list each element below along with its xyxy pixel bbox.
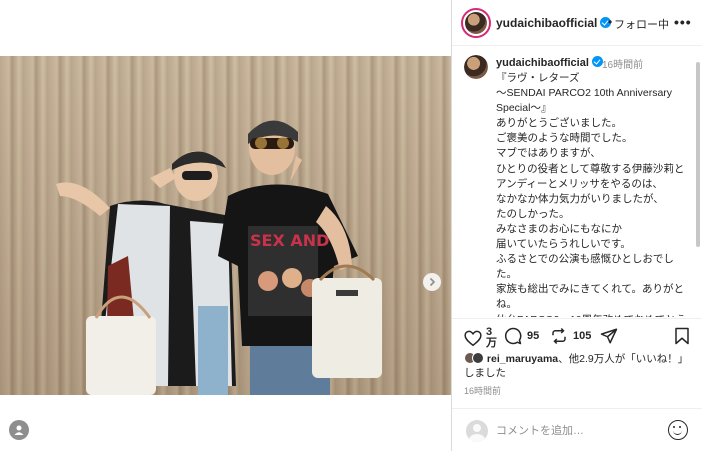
post-photo[interactable]: SEX AND — [0, 56, 451, 395]
comment-input[interactable]: コメントを追加… — [496, 422, 584, 438]
author-username[interactable]: yudaichibaofficial — [496, 16, 612, 30]
comment-count[interactable]: 95 — [527, 330, 539, 342]
bookmark-icon — [675, 327, 689, 345]
share-button[interactable] — [600, 327, 618, 345]
emoji-icon[interactable] — [668, 420, 688, 440]
caption-timestamp[interactable]: 16時間前 — [602, 56, 643, 71]
more-options-button[interactable]: ••• — [674, 14, 692, 30]
like-count[interactable]: 3 万 — [486, 327, 497, 349]
post-side-panel: yudaichibaofficial • フォロー中 ••• yudaichib… — [451, 0, 702, 451]
save-button[interactable] — [674, 327, 690, 345]
post-media: SEX AND — [0, 0, 451, 451]
caption-scrollbar[interactable] — [696, 62, 700, 247]
like-button[interactable]: 3 万 — [464, 327, 497, 349]
chevron-right-icon — [429, 277, 436, 287]
tagged-users-button[interactable] — [9, 420, 29, 440]
repost-button[interactable]: 105 — [550, 327, 591, 345]
user-tag-icon — [14, 425, 24, 435]
share-icon — [600, 328, 618, 344]
post-header: yudaichibaofficial • フォロー中 ••• — [452, 0, 702, 46]
repost-icon — [552, 327, 566, 345]
comment-button[interactable]: 95 — [504, 327, 539, 345]
caption-username[interactable]: yudaichibaofficial — [496, 56, 603, 69]
liker-avatar — [472, 352, 484, 364]
photo-content: SEX AND — [56, 120, 382, 395]
caption-text: 『ラヴ・レターズ 〜SENDAI PARCO2 10th Anniversary… — [496, 72, 686, 317]
caption-author-avatar[interactable] — [464, 55, 488, 79]
liked-by-summary: rei_maruyama、他2.9万人が「いいね！」しました — [464, 352, 696, 380]
heart-icon — [464, 330, 482, 346]
next-photo-button[interactable] — [423, 273, 441, 291]
post-timestamp[interactable]: 16時間前 — [464, 384, 501, 397]
repost-count[interactable]: 105 — [573, 330, 591, 342]
author-avatar[interactable] — [461, 8, 491, 38]
current-user-avatar — [466, 420, 488, 442]
comment-bar: コメントを追加… — [452, 408, 702, 451]
liked-by-username[interactable]: rei_maruyama — [487, 353, 558, 365]
comment-icon — [504, 327, 522, 345]
action-bar: 3 万 95 105 — [452, 318, 702, 354]
header-separator: • — [608, 15, 613, 29]
caption-section: yudaichibaofficial 16時間前 『ラヴ・レターズ 〜SENDA… — [452, 47, 702, 317]
following-button[interactable]: フォロー中 — [614, 16, 669, 32]
svg-text:SEX AND: SEX AND — [250, 231, 329, 250]
